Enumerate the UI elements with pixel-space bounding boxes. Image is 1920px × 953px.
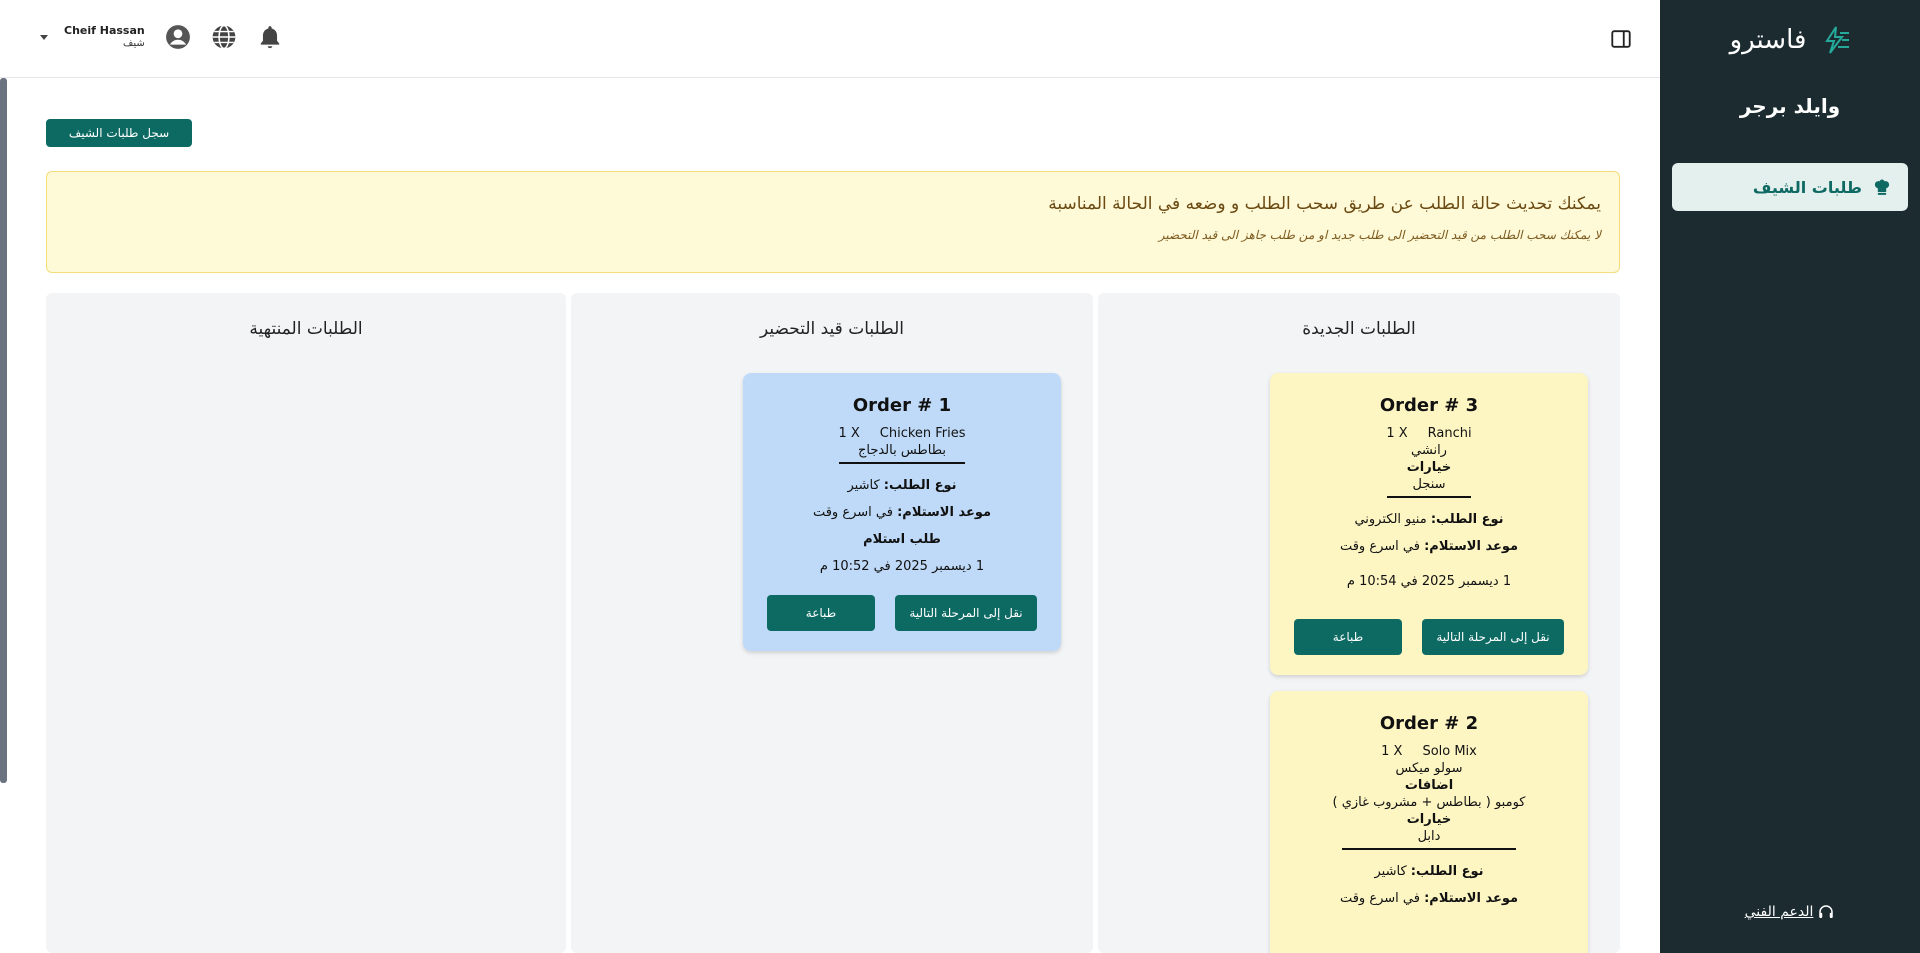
pickup-time: موعد الاستلام: في اسرع وقت bbox=[1270, 539, 1588, 554]
item-qty: 1 X bbox=[838, 426, 860, 441]
divider bbox=[1342, 848, 1516, 850]
sidebar-item-label: طلبات الشيف bbox=[1752, 177, 1862, 197]
pickup-time-label: موعد الاستلام: bbox=[897, 505, 992, 520]
column-title: الطلبات المنتهية bbox=[249, 319, 363, 339]
chevron-down-icon[interactable] bbox=[40, 34, 48, 40]
sidebar-item-chef-orders[interactable]: طلبات الشيف bbox=[1672, 163, 1908, 211]
order-title: Order # 1 bbox=[852, 395, 952, 416]
option-value: دابل bbox=[1417, 829, 1441, 844]
column-in-progress-orders[interactable]: الطلبات قيد التحضير Order # 1 1 X Chicke… bbox=[571, 293, 1093, 953]
user-info[interactable]: Cheif Hassan شيف bbox=[64, 23, 145, 49]
item-qty: 1 X bbox=[1386, 426, 1408, 441]
item-name-en: Solo Mix bbox=[1422, 744, 1477, 759]
next-stage-button[interactable]: نقل إلى المرحلة التالية bbox=[895, 595, 1037, 631]
print-button[interactable]: طباعة bbox=[767, 595, 875, 631]
bell-icon[interactable] bbox=[257, 24, 283, 50]
item-name-ar: رانشي bbox=[1411, 443, 1447, 458]
order-item-row: 1 X Ranchi bbox=[1270, 426, 1588, 441]
brand-logo[interactable]: فاسترو bbox=[1660, 0, 1920, 80]
user-menu[interactable]: Cheif Hassan شيف bbox=[40, 24, 283, 50]
column-title: الطلبات قيد التحضير bbox=[759, 319, 905, 339]
divider bbox=[839, 462, 965, 464]
kanban-board: الطلبات الجديدة Order # 3 1 X Ranchi ران… bbox=[46, 293, 1620, 953]
item-name-en: Ranchi bbox=[1427, 426, 1472, 441]
next-stage-button[interactable]: نقل إلى المرحلة التالية bbox=[1422, 619, 1564, 655]
sidebar-toggle-icon[interactable] bbox=[1610, 28, 1632, 50]
order-type-label: نوع الطلب: bbox=[1410, 864, 1484, 879]
pickup-time-value: في اسرع وقت bbox=[1339, 539, 1420, 554]
pickup-time-label: موعد الاستلام: bbox=[1424, 891, 1519, 906]
pickup-time-value: في اسرع وقت bbox=[1339, 891, 1420, 906]
notice-title: يمكنك تحديث حالة الطلب عن طريق سحب الطلب… bbox=[1048, 194, 1601, 214]
divider bbox=[1387, 496, 1471, 498]
sidebar: فاسترو وايلد برجر طلبات الشيف الدعم الفن… bbox=[1660, 0, 1920, 953]
globe-icon[interactable] bbox=[211, 24, 237, 50]
notice-subtitle: لا يمكنك سحب الطلب من قيد التحضير الى طل… bbox=[1158, 228, 1601, 242]
lightning-logo-icon bbox=[1825, 26, 1850, 54]
order-type-label: نوع الطلب: bbox=[1430, 512, 1504, 527]
order-type-value: كاشير bbox=[1374, 864, 1407, 879]
order-kind: طلب استلام bbox=[863, 532, 941, 547]
brand-name: فاسترو bbox=[1729, 25, 1807, 55]
order-date: 1 ديسمبر 2025 في 10:52 م bbox=[819, 559, 985, 574]
user-role: شيف bbox=[122, 37, 145, 49]
order-date: 1 ديسمبر 2025 في 10:54 م bbox=[1346, 574, 1512, 589]
card-actions: نقل إلى المرحلة التالية طباعة bbox=[743, 595, 1061, 631]
info-notice: يمكنك تحديث حالة الطلب عن طريق سحب الطلب… bbox=[46, 171, 1620, 273]
pickup-time: موعد الاستلام: في اسرع وقت bbox=[1270, 891, 1588, 906]
order-type: نوع الطلب: منيو الكتروني bbox=[1270, 512, 1588, 527]
item-qty: 1 X bbox=[1381, 744, 1403, 759]
user-name: Cheif Hassan bbox=[64, 23, 145, 37]
item-name-ar: سولو ميكس bbox=[1395, 761, 1463, 776]
order-type-value: كاشير bbox=[847, 478, 880, 493]
order-card[interactable]: Order # 2 1 X Solo Mix سولو ميكس اضافات … bbox=[1270, 691, 1588, 953]
support-link[interactable]: الدعم الفني bbox=[1660, 903, 1920, 921]
column-title: الطلبات الجديدة bbox=[1302, 319, 1416, 339]
pickup-time: موعد الاستلام: في اسرع وقت bbox=[743, 505, 1061, 520]
chef-hat-icon bbox=[1874, 179, 1890, 195]
top-header: Cheif Hassan شيف bbox=[0, 0, 1660, 78]
column-completed-orders[interactable]: الطلبات المنتهية bbox=[46, 293, 566, 953]
order-item-row: 1 X Solo Mix bbox=[1270, 744, 1588, 759]
pickup-time-label: موعد الاستلام: bbox=[1424, 539, 1519, 554]
order-title: Order # 3 bbox=[1379, 395, 1479, 416]
print-button[interactable]: طباعة bbox=[1294, 619, 1402, 655]
headset-icon bbox=[1819, 905, 1834, 918]
order-type: نوع الطلب: كاشير bbox=[743, 478, 1061, 493]
option-value: سنجل bbox=[1412, 477, 1446, 492]
options-label: خيارات bbox=[1406, 812, 1452, 827]
addon-value: كومبو ( بطاطس + مشروب غازي ) bbox=[1332, 795, 1526, 810]
restaurant-name: وايلد برجر bbox=[1739, 94, 1841, 118]
chef-orders-history-button[interactable]: سجل طلبات الشيف bbox=[46, 119, 192, 147]
scrollbar[interactable] bbox=[0, 78, 7, 783]
order-card[interactable]: Order # 1 1 X Chicken Fries بطاطس بالدجا… bbox=[743, 373, 1061, 651]
order-item-row: 1 X Chicken Fries bbox=[743, 426, 1061, 441]
order-type-value: منيو الكتروني bbox=[1354, 512, 1427, 527]
addons-label: اضافات bbox=[1404, 778, 1454, 793]
support-label: الدعم الفني bbox=[1744, 904, 1814, 920]
item-name-ar: بطاطس بالدجاج bbox=[857, 443, 947, 458]
order-card[interactable]: Order # 3 1 X Ranchi رانشي خيارات سنجل ن… bbox=[1270, 373, 1588, 675]
column-new-orders[interactable]: الطلبات الجديدة Order # 3 1 X Ranchi ران… bbox=[1098, 293, 1620, 953]
pickup-time-value: في اسرع وقت bbox=[812, 505, 893, 520]
user-avatar-icon[interactable] bbox=[165, 24, 191, 50]
order-type: نوع الطلب: كاشير bbox=[1270, 864, 1588, 879]
item-name-en: Chicken Fries bbox=[879, 426, 966, 441]
order-title: Order # 2 bbox=[1379, 713, 1479, 734]
order-type-label: نوع الطلب: bbox=[883, 478, 957, 493]
card-actions: نقل إلى المرحلة التالية طباعة bbox=[1270, 619, 1588, 655]
options-label: خيارات bbox=[1406, 460, 1452, 475]
